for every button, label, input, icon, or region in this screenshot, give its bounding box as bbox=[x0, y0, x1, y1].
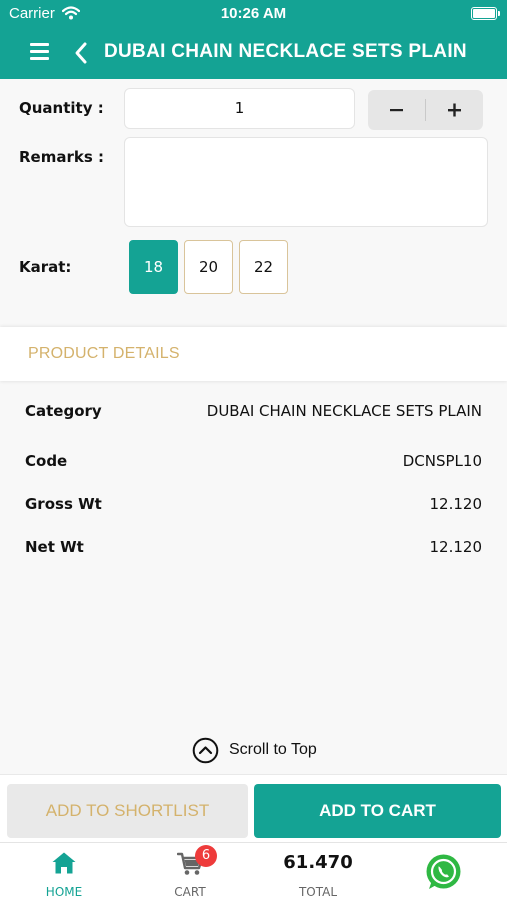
back-arrow-icon[interactable] bbox=[70, 40, 92, 66]
gross-wt-label: Gross Wt bbox=[25, 495, 102, 513]
product-details-title: PRODUCT DETAILS bbox=[28, 345, 180, 362]
decrement-button[interactable] bbox=[368, 90, 425, 130]
home-icon bbox=[52, 852, 76, 874]
net-wt-value: 12.120 bbox=[429, 538, 483, 556]
plus-icon bbox=[448, 103, 461, 117]
karat-label: Karat: bbox=[19, 258, 72, 276]
remarks-label: Remarks : bbox=[19, 148, 104, 166]
karat-option-20[interactable]: 20 bbox=[184, 240, 233, 294]
code-value: DCNSPL10 bbox=[402, 452, 482, 470]
status-bar: Carrier 10:26 AM bbox=[0, 0, 507, 28]
remarks-textarea[interactable] bbox=[124, 137, 488, 227]
scroll-to-top-label: Scroll to Top bbox=[229, 741, 317, 758]
total-value: 61.470 bbox=[283, 852, 353, 873]
total-label: TOTAL bbox=[298, 885, 338, 899]
karat-option-22[interactable]: 22 bbox=[239, 240, 288, 294]
tab-home[interactable]: HOME bbox=[14, 843, 114, 900]
add-to-shortlist-button[interactable]: ADD TO SHORTLIST bbox=[7, 784, 248, 838]
page-title: DUBAI CHAIN NECKLACE SETS PLAIN bbox=[104, 41, 467, 62]
code-label: Code bbox=[25, 452, 68, 470]
quantity-input[interactable]: 1 bbox=[124, 88, 355, 129]
quantity-label: Quantity : bbox=[19, 99, 104, 117]
net-wt-label: Net Wt bbox=[25, 538, 84, 556]
chevron-up-circle-icon bbox=[192, 737, 219, 764]
cart-count-badge: 6 bbox=[195, 845, 217, 867]
battery-icon bbox=[471, 7, 500, 20]
whatsapp-icon[interactable] bbox=[423, 852, 464, 893]
karat-option-18[interactable]: 18 bbox=[129, 240, 178, 294]
status-time: 10:26 AM bbox=[220, 5, 287, 22]
tab-bar: HOME CART 6 61.470 TOTAL bbox=[0, 842, 507, 900]
quantity-stepper bbox=[368, 90, 483, 130]
hamburger-menu-icon[interactable] bbox=[28, 40, 52, 64]
gross-wt-value: 12.120 bbox=[429, 495, 483, 513]
product-details-header: PRODUCT DETAILS bbox=[0, 327, 507, 381]
tab-cart-label: CART bbox=[174, 885, 206, 899]
minus-icon bbox=[390, 109, 403, 112]
add-to-cart-button[interactable]: ADD TO CART bbox=[254, 784, 501, 838]
tab-cart[interactable]: CART bbox=[140, 843, 240, 900]
action-bar: ADD TO SHORTLIST ADD TO CART bbox=[0, 774, 507, 842]
category-label: Category bbox=[25, 402, 102, 420]
increment-button[interactable] bbox=[426, 90, 483, 130]
category-value: DUBAI CHAIN NECKLACE SETS PLAIN bbox=[206, 402, 482, 420]
tab-home-label: HOME bbox=[45, 885, 83, 899]
nav-bar: DUBAI CHAIN NECKLACE SETS PLAIN bbox=[0, 28, 507, 79]
